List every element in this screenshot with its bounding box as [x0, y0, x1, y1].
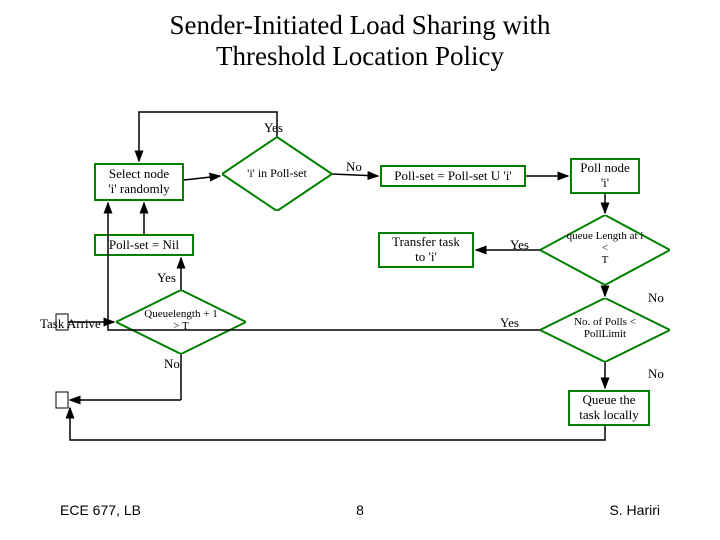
queuelength-gt-t-text: Queuelength + 1 > T [116, 308, 246, 332]
pollset-nil-text: Poll-set = Nil [109, 238, 179, 253]
title-line-2: Threshold Location Policy [216, 41, 504, 71]
label-yes-pollset: Yes [157, 270, 176, 286]
pollset-union-text: Poll-set = Poll-set U 'i' [394, 169, 511, 184]
box-transfer-task: Transfer task to 'i' [378, 232, 474, 268]
title-line-1: Sender-Initiated Load Sharing with [169, 10, 550, 40]
i-in-pollset-text: 'i' in Poll-set [222, 167, 332, 180]
queue-locally-text: Queue the task locally [579, 393, 639, 423]
transfer-task-text: Transfer task to 'i' [392, 235, 460, 265]
box-pollset-union: Poll-set = Poll-set U 'i' [380, 165, 526, 187]
label-yes-qlen: Yes [500, 315, 519, 331]
footer-right: S. Hariri [609, 502, 660, 518]
box-pollset-nil: Poll-set = Nil [94, 234, 194, 256]
poll-node-text: Poll node 'i' [580, 161, 629, 191]
label-yes-top: Yes [264, 120, 283, 136]
diamond-queue-len-lt-t: queue Length at i < T [540, 215, 670, 285]
page-title: Sender-Initiated Load Sharing with Thres… [0, 10, 720, 72]
box-select-node: Select node 'i' randomly [94, 163, 184, 201]
label-yes-transfer: Yes [510, 237, 529, 253]
label-no-mid: No [346, 159, 362, 175]
diamond-polls-lt-limit: No. of Polls < PollLimit [540, 298, 670, 362]
label-task-arrive: Task Arrive [40, 316, 101, 332]
select-node-text: Select node 'i' randomly [108, 167, 169, 197]
box-queue-locally: Queue the task locally [568, 390, 650, 426]
label-no-polls: No [648, 366, 664, 382]
polls-lt-limit-text: No. of Polls < PollLimit [540, 316, 670, 340]
label-no-queue-lt: No [648, 290, 664, 306]
diamond-i-in-pollset: 'i' in Poll-set [222, 137, 332, 211]
box-poll-node: Poll node 'i' [570, 158, 640, 194]
label-no-qlen-gt: No [164, 356, 180, 372]
queue-len-lt-t-text: queue Length at i < T [540, 230, 670, 266]
diamond-queuelength-gt-t: Queuelength + 1 > T [116, 290, 246, 354]
